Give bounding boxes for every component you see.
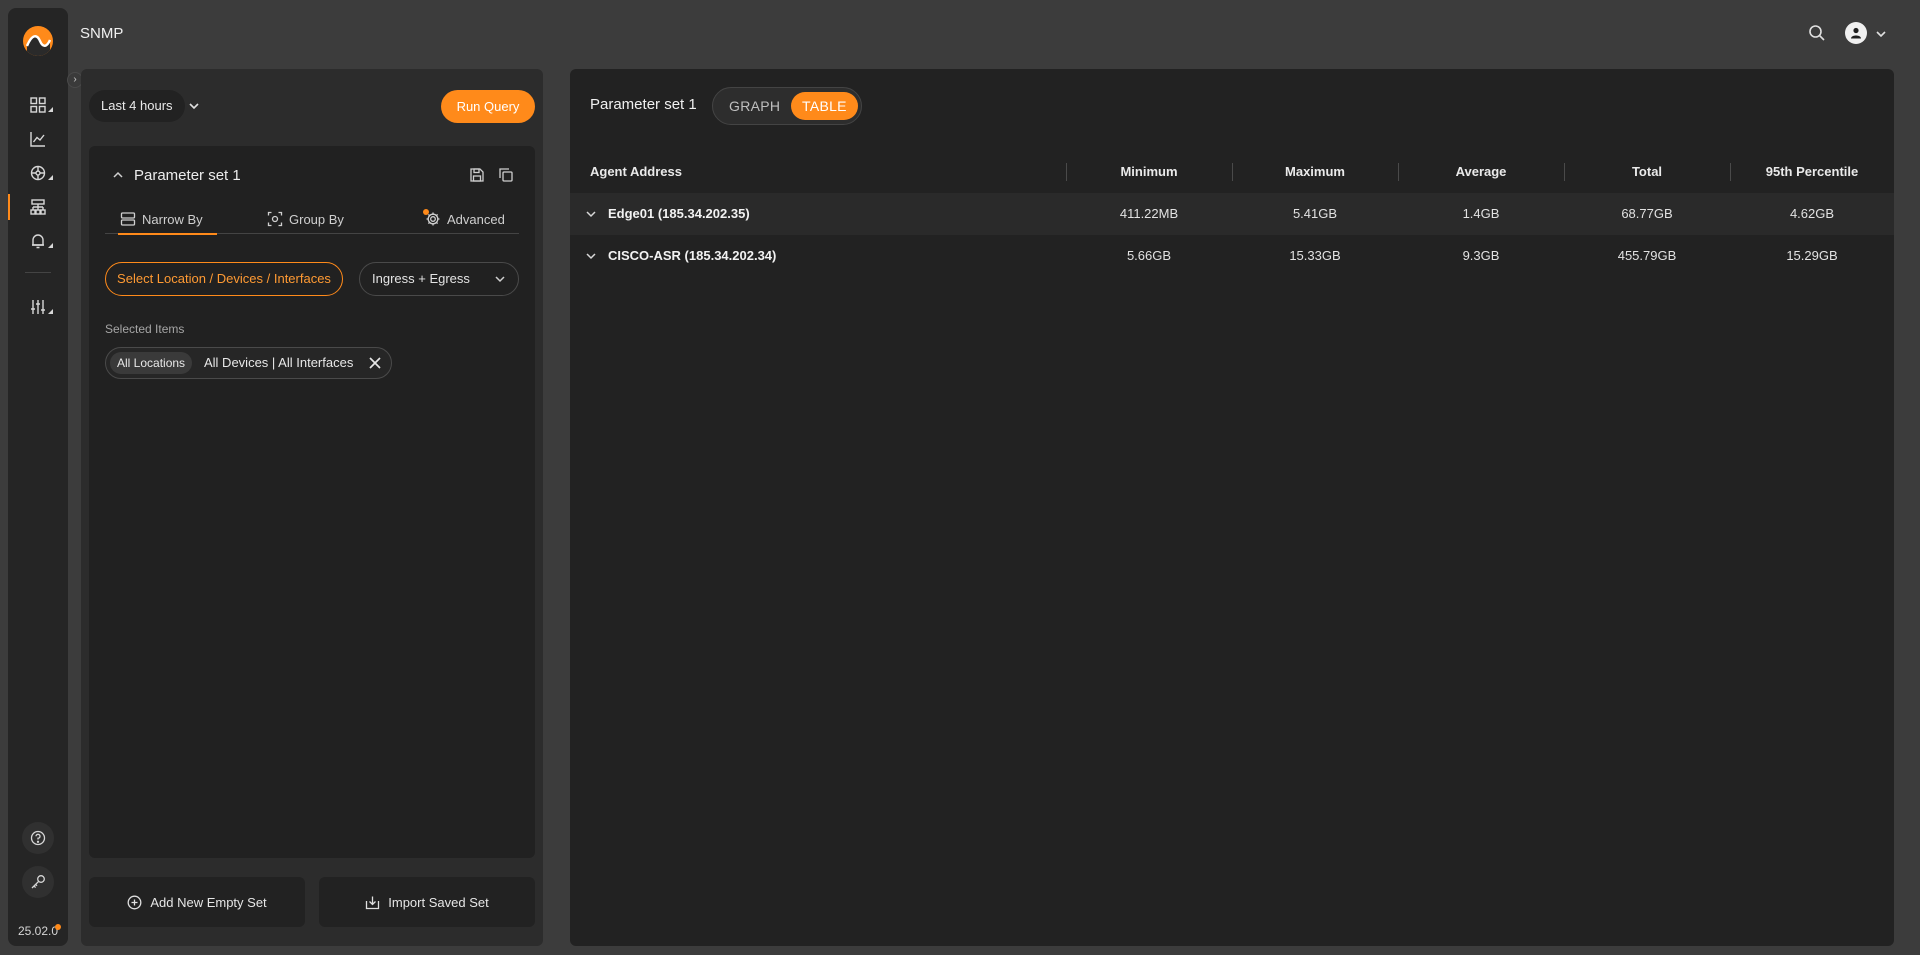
direction-chevron-down-icon <box>495 276 505 283</box>
chip-detail: All Devices | All Interfaces <box>204 355 354 370</box>
tab-advanced-label: Advanced <box>447 211 505 227</box>
tab-narrow-by-label: Narrow By <box>142 211 203 227</box>
selected-items-label: Selected Items <box>105 322 185 336</box>
agent-address-cell: Edge01 (185.34.202.35) <box>608 206 750 221</box>
minimum-cell: 5.66GB <box>1126 248 1172 263</box>
sidebar-item-settings[interactable] <box>8 292 68 322</box>
results-title: Parameter set 1 <box>590 96 697 113</box>
total-cell: 68.77GB <box>1621 206 1673 221</box>
save-icon[interactable] <box>468 166 486 184</box>
select-location-button[interactable]: Select Location / Devices / Interfaces <box>105 262 343 296</box>
table-header: Agent Address Minimum Maximum Average To… <box>570 155 1894 189</box>
expand-chevron-down-icon[interactable] <box>584 249 598 263</box>
tab-group-by-label: Group By <box>289 211 344 227</box>
search-icon[interactable] <box>1808 24 1826 42</box>
update-indicator <box>55 924 61 930</box>
sidebar-divider <box>25 272 51 273</box>
maximum-cell: 5.41GB <box>1292 206 1338 221</box>
expand-chevron-down-icon[interactable] <box>584 207 598 221</box>
dashboard-icon <box>30 97 46 113</box>
add-new-set-label: Add New Empty Set <box>150 894 267 910</box>
time-range-select[interactable]: Last 4 hours <box>89 90 185 122</box>
sidebar-rail: › 25.02.0 <box>8 8 83 946</box>
layers-icon <box>120 212 136 226</box>
column-maximum[interactable]: Maximum <box>1232 155 1398 189</box>
tab-narrow-by[interactable]: Narrow By <box>118 204 217 235</box>
sidebar-item-dashboard[interactable] <box>8 90 68 120</box>
agent-address-cell: CISCO-ASR (185.34.202.34) <box>608 248 777 263</box>
sidebar-item-alerts[interactable] <box>8 226 68 256</box>
add-new-set-button[interactable]: Add New Empty Set <box>89 877 305 927</box>
total-cell: 455.79GB <box>1617 248 1677 263</box>
copy-icon[interactable] <box>497 166 515 184</box>
minimum-cell: 411.22MB <box>1119 206 1179 221</box>
sidebar-item-analytics[interactable] <box>8 124 68 154</box>
bell-icon <box>32 234 44 249</box>
key-icon <box>31 875 45 889</box>
p95-cell: 4.62GB <box>1789 206 1835 221</box>
parameter-tabs: Narrow By Group By Advanced <box>105 204 519 235</box>
tab-group-by[interactable]: Group By <box>267 204 344 234</box>
view-table-option[interactable]: TABLE <box>791 92 858 120</box>
parameter-set-card: Parameter set 1 Narrow By Group By Advan… <box>89 146 535 858</box>
advanced-indicator-dot <box>423 209 429 215</box>
user-menu-chevron-down-icon[interactable] <box>1874 27 1888 41</box>
import-saved-set-label: Import Saved Set <box>388 894 489 910</box>
column-minimum[interactable]: Minimum <box>1066 155 1232 189</box>
average-cell: 1.4GB <box>1462 206 1500 221</box>
group-icon <box>267 211 283 227</box>
parameter-set-title: Parameter set 1 <box>134 167 241 184</box>
help-button[interactable] <box>22 822 54 854</box>
maximum-cell: 15.33GB <box>1289 248 1341 263</box>
close-icon[interactable] <box>368 356 382 370</box>
tab-advanced[interactable]: Advanced <box>423 204 505 234</box>
selected-item-chip: All Locations All Devices | All Interfac… <box>105 347 392 379</box>
average-cell: 9.3GB <box>1462 248 1500 263</box>
direction-select[interactable]: Ingress + Egress <box>359 262 519 296</box>
api-keys-button[interactable] <box>22 866 54 898</box>
query-builder-panel: Last 4 hours Run Query Parameter set 1 N… <box>81 69 543 946</box>
help-icon <box>30 830 46 846</box>
table-row[interactable]: CISCO-ASR (185.34.202.34) 5.66GB 15.33GB… <box>570 235 1894 277</box>
time-range-chevron-down-icon[interactable] <box>187 99 201 113</box>
p95-cell: 15.29GB <box>1786 248 1838 263</box>
user-icon <box>1851 27 1861 39</box>
app-logo[interactable] <box>23 26 53 56</box>
results-panel: Parameter set 1 GRAPH TABLE Agent Addres… <box>570 69 1894 946</box>
sliders-icon <box>31 300 45 314</box>
collapse-chevron-up-icon[interactable] <box>111 168 125 182</box>
import-icon <box>366 896 380 909</box>
view-toggle: GRAPH TABLE <box>712 87 862 125</box>
server-tree-icon <box>30 199 46 215</box>
view-graph-option[interactable]: GRAPH <box>718 92 791 120</box>
column-95th-percentile[interactable]: 95th Percentile <box>1730 155 1894 189</box>
column-average[interactable]: Average <box>1398 155 1564 189</box>
sidebar-item-snmp[interactable] <box>8 192 68 222</box>
version-label: 25.02.0 <box>18 924 59 938</box>
column-agent-address[interactable]: Agent Address <box>590 155 682 189</box>
run-query-button[interactable]: Run Query <box>441 90 535 123</box>
column-total[interactable]: Total <box>1564 155 1730 189</box>
page-title: SNMP <box>80 25 124 42</box>
network-icon <box>30 165 46 181</box>
line-chart-icon <box>30 132 45 147</box>
direction-value: Ingress + Egress <box>372 271 470 286</box>
table-row[interactable]: Edge01 (185.34.202.35) 411.22MB 5.41GB 1… <box>570 193 1894 235</box>
user-avatar[interactable] <box>1845 22 1867 44</box>
import-saved-set-button[interactable]: Import Saved Set <box>319 877 535 927</box>
sidebar-item-network[interactable] <box>8 158 68 188</box>
plus-circle-icon <box>127 895 142 909</box>
chip-location: All Locations <box>110 352 193 374</box>
